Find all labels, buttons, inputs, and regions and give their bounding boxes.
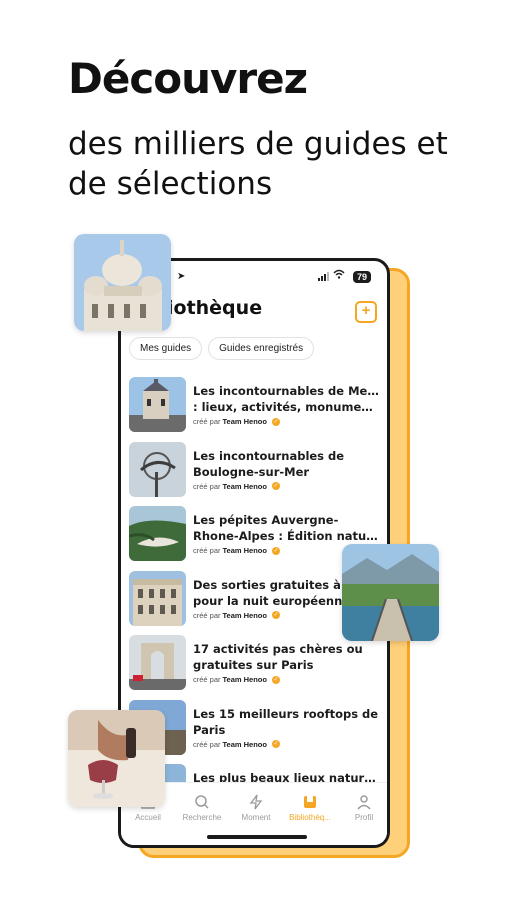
nav-moment[interactable]: Moment [229,793,283,822]
tab-saved-guides[interactable]: Guides enregistrés [208,337,315,360]
guide-title: Les incontournables de Boulogne-sur-Mer [193,448,345,479]
library-icon [283,793,337,811]
guide-thumbnail [129,635,186,690]
page-title: iothèque [167,297,263,319]
hero-subtitle: des milliers de guides et de sélections [68,126,448,202]
bridge-photo [342,544,439,641]
list-item[interactable]: Les incontournables de Boulogne-sur-Mer c… [129,441,381,507]
verified-icon: ✓ [271,482,280,490]
guide-author: créé par Team Henoo ✓ [193,610,280,620]
list-item[interactable]: Les incontournables de Metz: lieux, acti… [129,377,381,442]
nav-profile[interactable]: Profil [337,793,387,822]
verified-icon: ✓ [271,740,280,748]
wine-photo [68,710,165,807]
guide-author: créé par Team Henoo ✓ [193,739,280,749]
user-icon [337,793,387,811]
location-arrow-icon: ➤ [177,271,186,282]
hero-title: Découvrez [68,54,308,103]
nav-library[interactable]: Bibliothèq... [283,793,337,822]
wifi-icon [333,269,345,282]
battery-indicator: 79 [352,271,371,283]
guide-author: créé par Team Henoo ✓ [193,481,280,491]
guide-author: créé par Team Henoo ✓ [193,417,280,426]
sacre-coeur-photo [74,234,171,331]
verified-icon: ✓ [271,611,280,619]
search-icon [175,793,229,811]
guide-thumbnail [129,377,186,432]
list-item[interactable]: Les 15 meilleurs rooftops de Paris créé p… [129,699,381,765]
guide-title: Les pépites Auvergne- Rhone-Alpes : Éditi… [193,513,379,543]
guide-title: Les incontournables de Metz: lieux, acti… [193,384,379,414]
guide-author: créé par Team Henoo ✓ [193,546,280,555]
tab-my-guides[interactable]: Mes guides [129,337,203,360]
list-item[interactable]: 17 activités pas chères ou gratuites sur … [129,635,381,700]
lightning-icon [229,793,283,811]
add-button[interactable]: + [355,301,377,323]
verified-icon: ✓ [271,546,280,555]
verified-icon: ✓ [271,417,280,426]
guide-title: 17 activités pas chères ou gratuites sur … [193,642,363,672]
nav-search[interactable]: Recherche [175,793,229,822]
home-indicator [207,835,307,839]
guide-thumbnail [129,570,186,626]
guide-author: créé par Team Henoo ✓ [193,675,280,684]
signal-icon [318,272,329,281]
verified-icon: ✓ [271,675,280,684]
guide-thumbnail [129,441,186,497]
plus-icon: + [361,302,371,319]
library-tabs: Mes guides Guides enregistrés [129,337,315,360]
guide-title: Les 15 meilleurs rooftops de Paris [193,706,379,737]
guide-thumbnail [129,506,186,561]
